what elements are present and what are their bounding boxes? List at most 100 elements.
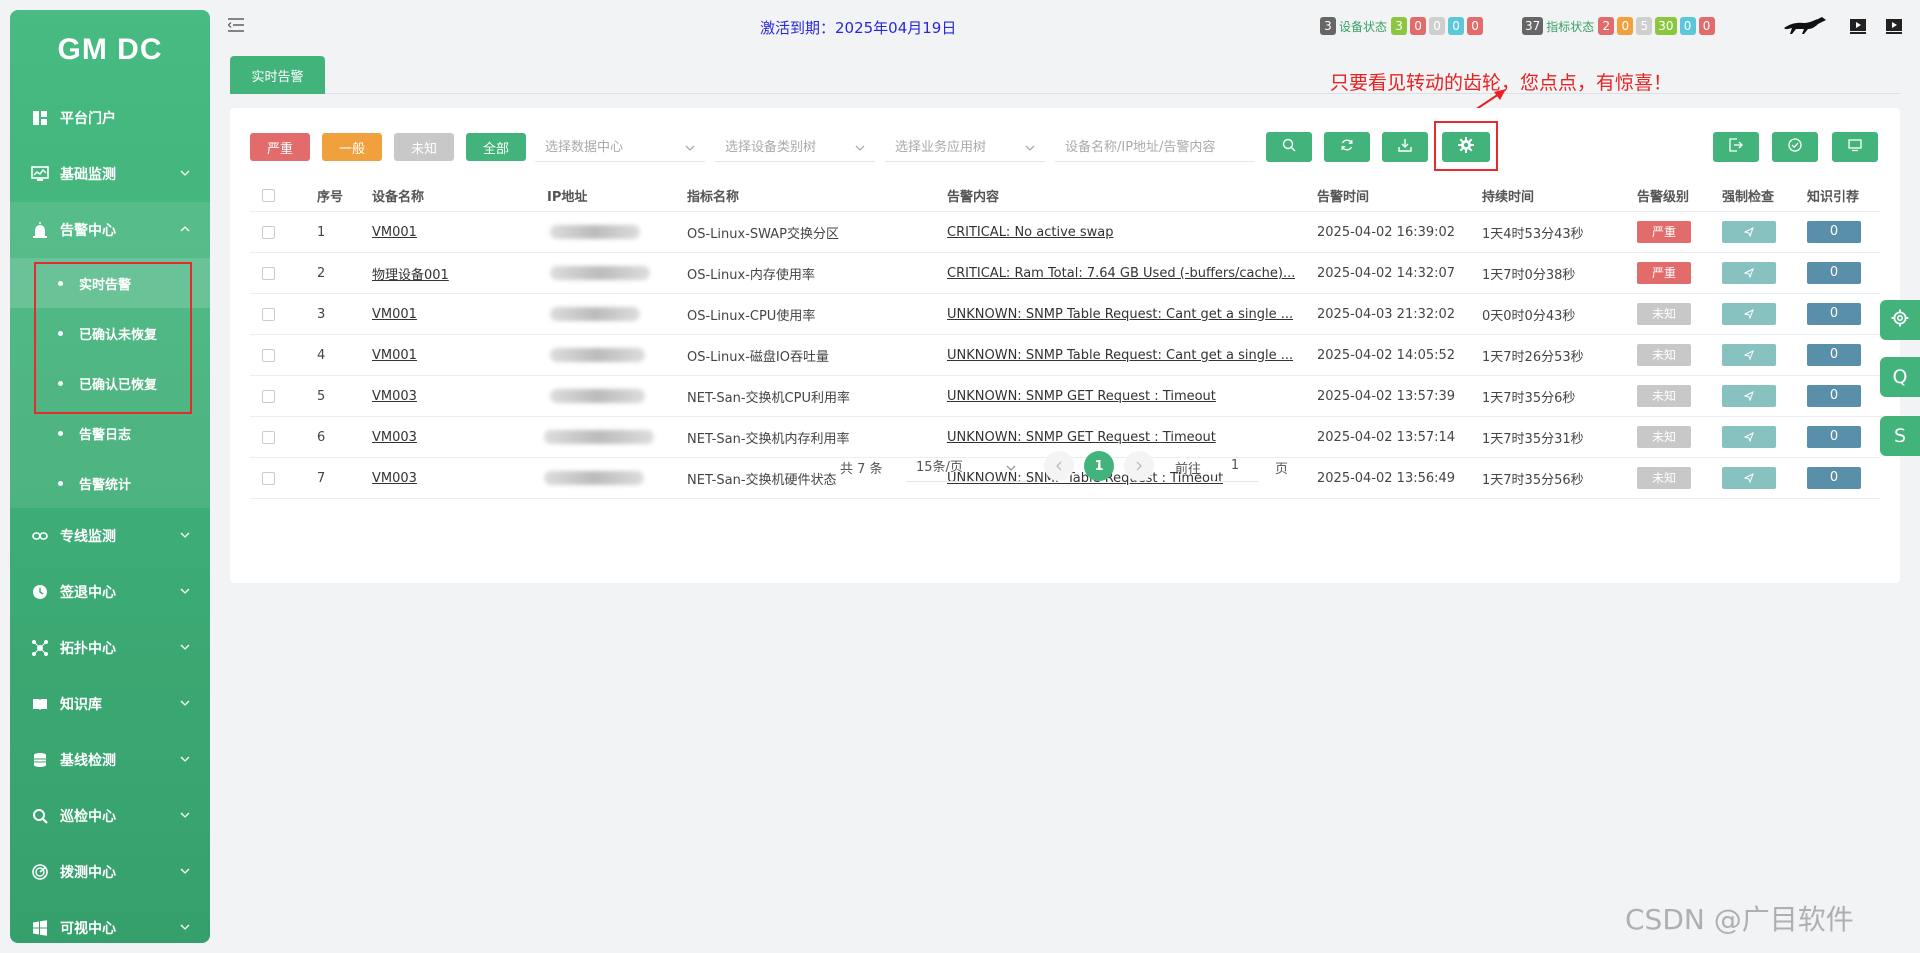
page-size-select[interactable]: 15条/页 xyxy=(906,450,1026,482)
row-checkbox[interactable] xyxy=(262,267,275,280)
knowledge-count-button[interactable]: 0 xyxy=(1807,221,1861,243)
download-button[interactable] xyxy=(1382,132,1428,162)
cell-no: 1 xyxy=(317,224,326,240)
video-play-icon[interactable] xyxy=(1850,18,1866,38)
cell-ip-redacted xyxy=(550,307,640,321)
cell-duration: 1天7时35分31秒 xyxy=(1482,431,1584,447)
knowledge-count-button[interactable]: 0 xyxy=(1807,344,1861,366)
table-row[interactable]: 2 物理设备001 OS-Linux-内存使用率 CRITICAL: Ram Tota… xyxy=(250,253,1880,294)
sidebar-item-baseline-check[interactable]: 基线检测 xyxy=(10,732,210,788)
cell-device-link[interactable]: VM001 xyxy=(372,348,417,363)
datacenter-select[interactable]: 选择数据中心 xyxy=(535,130,705,162)
goto-page-input[interactable]: 1 xyxy=(1212,450,1258,482)
sidebar-subitem-confirmed-unrecovered[interactable]: 已确认未恢复 xyxy=(10,308,210,358)
cell-content-link[interactable]: UNKNOWN: SNMP Table Request: Cant get a … xyxy=(947,307,1293,322)
knowledge-count-button[interactable]: 0 xyxy=(1807,385,1861,407)
knowledge-count-button[interactable]: 0 xyxy=(1807,303,1861,325)
sidebar-item-visual-center[interactable]: 可视中心 xyxy=(10,900,210,943)
cell-device-link[interactable]: VM001 xyxy=(372,225,417,240)
knowledge-count-button[interactable]: 0 xyxy=(1807,426,1861,448)
force-check-button[interactable] xyxy=(1722,221,1776,243)
row-checkbox[interactable] xyxy=(262,308,275,321)
cell-metric: NET-San-交换机CPU利用率 xyxy=(687,390,850,406)
sidebar-subitem-confirmed-recovered[interactable]: 已确认已恢复 xyxy=(10,358,210,408)
filter-general-button[interactable]: 一般 xyxy=(322,133,382,161)
knowledge-count-button[interactable]: 0 xyxy=(1807,262,1861,284)
float-settings-button[interactable] xyxy=(1880,300,1920,340)
settings-gear-button[interactable] xyxy=(1442,132,1490,162)
collapse-menu-icon[interactable] xyxy=(227,18,244,32)
next-page-button[interactable] xyxy=(1124,451,1154,481)
force-check-button[interactable] xyxy=(1722,385,1776,407)
sidebar-item-label: 拨测中心 xyxy=(60,865,116,881)
screen-button[interactable] xyxy=(1832,132,1878,162)
row-checkbox[interactable] xyxy=(262,349,275,362)
cell-device-link[interactable]: 物理设备001 xyxy=(372,264,449,283)
table-row[interactable]: 4 VM001 OS-Linux-磁盘IO吞吐量 UNKNOWN: SNMP Tabl… xyxy=(250,335,1880,376)
table-row[interactable]: 1 VM001 OS-Linux-SWAP交换分区 CRITICAL: No acti… xyxy=(250,212,1880,253)
business-app-select[interactable]: 选择业务应用树 xyxy=(885,130,1045,162)
cell-device-link[interactable]: VM001 xyxy=(372,307,417,322)
cell-content-link[interactable]: UNKNOWN: SNMP GET Request : Timeout xyxy=(947,430,1216,445)
filter-critical-button[interactable]: 严重 xyxy=(250,133,310,161)
alarm-submenu: 实时告警 已确认未恢复 已确认已恢复 告警日志 告警统计 xyxy=(10,258,210,508)
sidebar-item-signout-center[interactable]: 签退中心 xyxy=(10,564,210,620)
metric-status-group[interactable]: 37 指标状态 2 0 5 30 0 0 xyxy=(1522,17,1718,35)
chevron-down-icon xyxy=(180,528,190,544)
page-suffix: 页 xyxy=(1275,462,1289,477)
search-button[interactable] xyxy=(1266,132,1312,162)
float-s-button[interactable]: S xyxy=(1880,416,1920,456)
filter-all-button[interactable]: 全部 xyxy=(466,133,526,161)
radar-icon xyxy=(30,862,50,882)
page-number-current[interactable]: 1 xyxy=(1084,451,1114,481)
cell-content-link[interactable]: UNKNOWN: SNMP Table Request: Cant get a … xyxy=(947,348,1293,363)
sidebar-item-dial-test-center[interactable]: 拨测中心 xyxy=(10,844,210,900)
bullet-icon xyxy=(58,380,63,386)
tab-realtime-alarm[interactable]: 实时告警 xyxy=(230,56,325,94)
level-badge: 未知 xyxy=(1637,303,1691,325)
sidebar-subitem-realtime-alarm[interactable]: 实时告警 xyxy=(10,258,210,308)
sidebar-item-line-monitor[interactable]: 专线监测 xyxy=(10,508,210,564)
force-check-button[interactable] xyxy=(1722,426,1776,448)
sidebar-item-alarm-center[interactable]: 告警中心 xyxy=(10,202,210,258)
cell-time: 2025-04-02 14:05:52 xyxy=(1317,347,1456,363)
float-q-button[interactable]: Q xyxy=(1880,357,1920,397)
confirm-button[interactable] xyxy=(1772,132,1818,162)
device-type-select[interactable]: 选择设备类别树 xyxy=(715,130,875,162)
cell-device-link[interactable]: VM003 xyxy=(372,430,417,445)
datacenter-select-placeholder: 选择数据中心 xyxy=(545,140,624,155)
force-check-button[interactable] xyxy=(1722,262,1776,284)
row-checkbox[interactable] xyxy=(262,431,275,444)
cell-device-link[interactable]: VM003 xyxy=(372,389,417,404)
sidebar-item-basic-monitor[interactable]: 基础监测 xyxy=(10,146,210,202)
cell-no: 3 xyxy=(317,306,326,322)
search-input[interactable]: 设备名称/IP地址/告警内容 xyxy=(1055,130,1255,162)
sidebar-item-portal[interactable]: 平台门户 xyxy=(10,90,210,146)
cell-content-link[interactable]: CRITICAL: Ram Total: 7.64 GB Used (-buff… xyxy=(947,266,1295,281)
table-row[interactable]: 3 VM001 OS-Linux-CPU使用率 UNKNOWN: SNMP Table… xyxy=(250,294,1880,335)
filter-unknown-button[interactable]: 未知 xyxy=(394,133,454,161)
panther-logo-icon[interactable] xyxy=(1782,14,1828,40)
sidebar-item-knowledge-base[interactable]: 知识库 xyxy=(10,676,210,732)
sidebar-item-topology-center[interactable]: 拓扑中心 xyxy=(10,620,210,676)
sidebar-subitem-alarm-stats[interactable]: 告警统计 xyxy=(10,458,210,508)
row-checkbox[interactable] xyxy=(262,390,275,403)
force-check-button[interactable] xyxy=(1722,344,1776,366)
cell-content-link[interactable]: CRITICAL: No active swap xyxy=(947,225,1114,240)
device-status-group[interactable]: 3 设备状态 3 0 0 0 0 xyxy=(1320,17,1486,35)
cell-metric: NET-San-交换机内存利用率 xyxy=(687,431,850,447)
cell-content-link[interactable]: UNKNOWN: SNMP GET Request : Timeout xyxy=(947,389,1216,404)
sidebar-item-inspection-center[interactable]: 巡检中心 xyxy=(10,788,210,844)
select-all-checkbox[interactable] xyxy=(262,189,275,202)
book-icon xyxy=(30,694,50,714)
sidebar-item-label: 平台门户 xyxy=(60,111,116,127)
refresh-button[interactable] xyxy=(1324,132,1370,162)
pagination-total: 共 7 条 xyxy=(840,462,883,477)
video-play-icon[interactable] xyxy=(1886,18,1902,38)
force-check-button[interactable] xyxy=(1722,303,1776,325)
sidebar-subitem-alarm-log[interactable]: 告警日志 xyxy=(10,408,210,458)
export-button[interactable] xyxy=(1713,132,1759,162)
row-checkbox[interactable] xyxy=(262,226,275,239)
prev-page-button[interactable] xyxy=(1044,451,1074,481)
table-row[interactable]: 5 VM003 NET-San-交换机CPU利用率 UNKNOWN: SNMP GET… xyxy=(250,376,1880,417)
